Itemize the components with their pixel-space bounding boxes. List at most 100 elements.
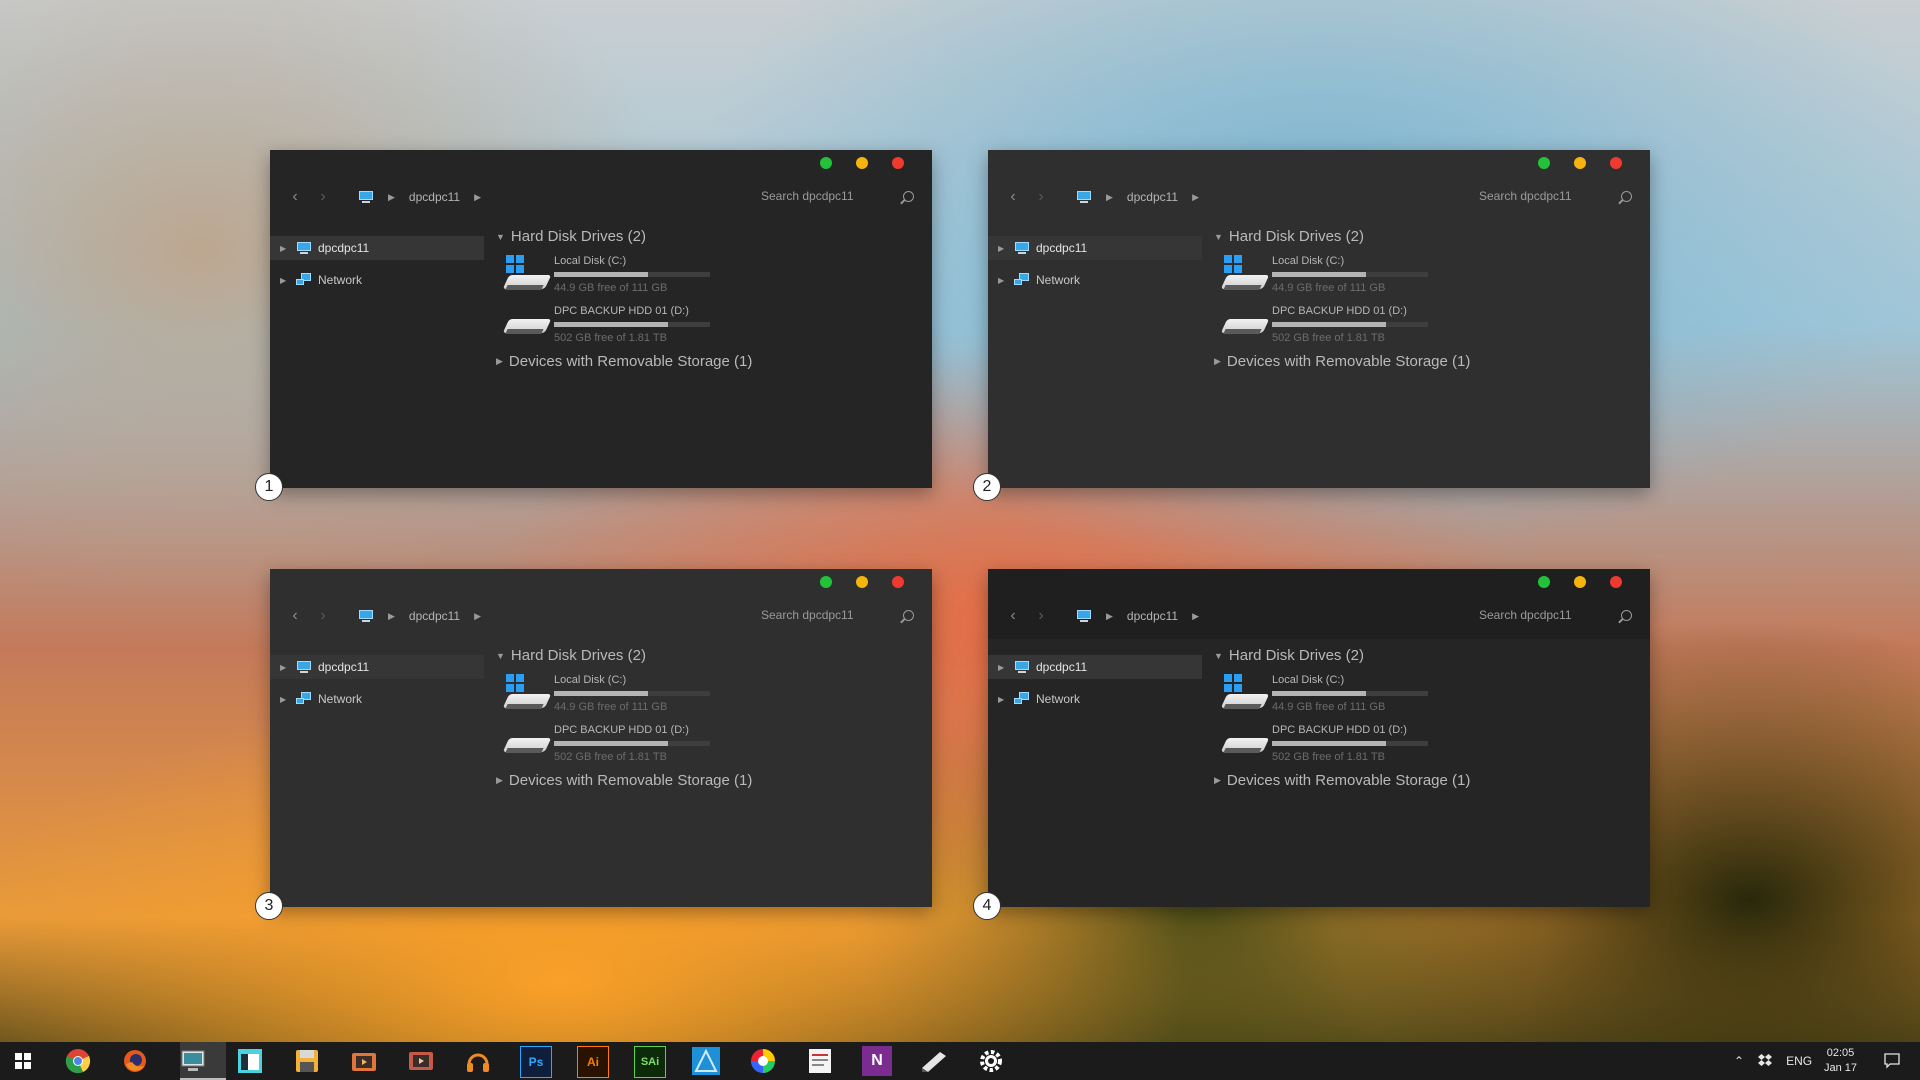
- dropbox-icon[interactable]: [1758, 1053, 1773, 1069]
- maximize-button[interactable]: [820, 576, 832, 588]
- sidebar-item-this-pc[interactable]: ▶ dpcdpc11: [988, 655, 1202, 679]
- save-icon[interactable]: [292, 1046, 322, 1076]
- close-button[interactable]: [892, 576, 904, 588]
- close-button[interactable]: [1610, 576, 1622, 588]
- expand-arrow-icon[interactable]: ▶: [280, 276, 296, 285]
- color-wheel-icon[interactable]: [748, 1046, 778, 1076]
- search-icon[interactable]: [1621, 190, 1632, 202]
- expand-arrow-icon[interactable]: ▶: [998, 276, 1014, 285]
- forward-arrow-icon[interactable]: ›: [1034, 188, 1048, 206]
- collapse-arrow-icon[interactable]: ▼: [496, 651, 505, 661]
- breadcrumb-separator-icon[interactable]: ▶: [1106, 192, 1113, 203]
- window-icon[interactable]: [235, 1046, 265, 1076]
- drive-item[interactable]: Local Disk (C:) 44.9 GB free of 111 GB: [1220, 255, 1634, 295]
- explorer-window[interactable]: ‹ › ▶ dpcdpc11 ▶ ▶ dpcdpc11 ▶ Network ▼: [988, 150, 1650, 488]
- search-input[interactable]: [759, 188, 873, 204]
- group-header-removable-storage[interactable]: ▶ Devices with Removable Storage (1): [1214, 353, 1634, 370]
- pen-icon[interactable]: [919, 1046, 949, 1076]
- drive-item[interactable]: Local Disk (C:) 44.9 GB free of 111 GB: [502, 674, 916, 714]
- breadcrumb-separator-icon[interactable]: ▶: [1192, 611, 1199, 622]
- group-header-hard-disk-drives[interactable]: ▼ Hard Disk Drives (2): [1214, 647, 1634, 664]
- search-icon[interactable]: [903, 190, 914, 202]
- search-input[interactable]: [1477, 188, 1591, 204]
- forward-arrow-icon[interactable]: ›: [316, 607, 330, 625]
- notes-icon[interactable]: [805, 1046, 835, 1076]
- search-input[interactable]: [759, 607, 873, 623]
- drive-item[interactable]: Local Disk (C:) 44.9 GB free of 111 GB: [502, 255, 916, 295]
- headphones-icon[interactable]: [463, 1046, 493, 1076]
- chrome-icon[interactable]: [63, 1046, 93, 1076]
- clock[interactable]: 02:05 Jan 17: [1824, 1042, 1857, 1080]
- group-header-removable-storage[interactable]: ▶ Devices with Removable Storage (1): [496, 353, 916, 370]
- expand-arrow-icon[interactable]: ▶: [280, 663, 296, 672]
- close-button[interactable]: [1610, 157, 1622, 169]
- explorer-window[interactable]: ‹ › ▶ dpcdpc11 ▶ ▶ dpcdpc11 ▶ Network ▼: [270, 569, 932, 907]
- maximize-button[interactable]: [1538, 157, 1550, 169]
- sidebar-item-this-pc[interactable]: ▶ dpcdpc11: [988, 236, 1202, 260]
- expand-arrow-icon[interactable]: ▶: [1214, 775, 1221, 786]
- minimize-button[interactable]: [856, 576, 868, 588]
- search-input[interactable]: [1477, 607, 1591, 623]
- sidebar-item-network[interactable]: ▶ Network: [988, 687, 1202, 711]
- expand-arrow-icon[interactable]: ▶: [998, 244, 1014, 253]
- back-arrow-icon[interactable]: ‹: [288, 188, 302, 206]
- explorer-window[interactable]: ‹ › ▶ dpcdpc11 ▶ ▶ dpcdpc11 ▶ Network ▼: [988, 569, 1650, 907]
- explorer-window[interactable]: ‹ › ▶ dpcdpc11 ▶ ▶ dpcdpc11 ▶ Network ▼: [270, 150, 932, 488]
- drive-item[interactable]: DPC BACKUP HDD 01 (D:) 502 GB free of 1.…: [1220, 305, 1634, 345]
- breadcrumb[interactable]: dpcdpc11: [1127, 609, 1178, 623]
- breadcrumb-separator-icon[interactable]: ▶: [474, 611, 481, 622]
- maximize-button[interactable]: [1538, 576, 1550, 588]
- expand-arrow-icon[interactable]: ▶: [280, 695, 296, 704]
- expand-arrow-icon[interactable]: ▶: [1214, 356, 1221, 367]
- breadcrumb-separator-icon[interactable]: ▶: [388, 611, 395, 622]
- search-icon[interactable]: [1621, 609, 1632, 621]
- breadcrumb-separator-icon[interactable]: ▶: [1106, 611, 1113, 622]
- sidebar-item-network[interactable]: ▶ Network: [270, 687, 484, 711]
- forward-arrow-icon[interactable]: ›: [316, 188, 330, 206]
- collapse-arrow-icon[interactable]: ▼: [1214, 232, 1223, 242]
- windows-start-icon[interactable]: [8, 1046, 38, 1076]
- breadcrumb-separator-icon[interactable]: ▶: [1192, 192, 1199, 203]
- language-indicator[interactable]: ENG: [1786, 1054, 1812, 1068]
- breadcrumb[interactable]: dpcdpc11: [1127, 190, 1178, 204]
- group-header-hard-disk-drives[interactable]: ▼ Hard Disk Drives (2): [496, 228, 916, 245]
- maximize-button[interactable]: [820, 157, 832, 169]
- chevron-up-icon[interactable]: ⌃: [1734, 1054, 1744, 1068]
- group-header-hard-disk-drives[interactable]: ▼ Hard Disk Drives (2): [1214, 228, 1634, 245]
- firefox-icon[interactable]: [120, 1046, 150, 1076]
- expand-arrow-icon[interactable]: ▶: [496, 356, 503, 367]
- back-arrow-icon[interactable]: ‹: [1006, 188, 1020, 206]
- forward-arrow-icon[interactable]: ›: [1034, 607, 1048, 625]
- drive-item[interactable]: Local Disk (C:) 44.9 GB free of 111 GB: [1220, 674, 1634, 714]
- minimize-button[interactable]: [1574, 576, 1586, 588]
- video2-icon[interactable]: [406, 1046, 436, 1076]
- minimize-button[interactable]: [1574, 157, 1586, 169]
- collapse-arrow-icon[interactable]: ▼: [496, 232, 505, 242]
- drive-item[interactable]: DPC BACKUP HDD 01 (D:) 502 GB free of 1.…: [502, 724, 916, 764]
- group-header-removable-storage[interactable]: ▶ Devices with Removable Storage (1): [496, 772, 916, 789]
- group-header-removable-storage[interactable]: ▶ Devices with Removable Storage (1): [1214, 772, 1634, 789]
- collapse-arrow-icon[interactable]: ▼: [1214, 651, 1223, 661]
- drive-item[interactable]: DPC BACKUP HDD 01 (D:) 502 GB free of 1.…: [1220, 724, 1634, 764]
- minimize-button[interactable]: [856, 157, 868, 169]
- expand-arrow-icon[interactable]: ▶: [496, 775, 503, 786]
- sai-icon[interactable]: SAi: [634, 1046, 666, 1078]
- video-icon[interactable]: [349, 1046, 379, 1076]
- notifications-icon[interactable]: [1884, 1042, 1900, 1080]
- onenote-icon[interactable]: N: [862, 1046, 892, 1076]
- expand-arrow-icon[interactable]: ▶: [998, 695, 1014, 704]
- breadcrumb-separator-icon[interactable]: ▶: [474, 192, 481, 203]
- this-pc-icon[interactable]: [178, 1046, 208, 1076]
- expand-arrow-icon[interactable]: ▶: [280, 244, 296, 253]
- sidebar-item-network[interactable]: ▶ Network: [270, 268, 484, 292]
- illustrator-icon[interactable]: Ai: [577, 1046, 609, 1078]
- settings-icon[interactable]: [976, 1046, 1006, 1076]
- search-icon[interactable]: [903, 609, 914, 621]
- sidebar-item-this-pc[interactable]: ▶ dpcdpc11: [270, 655, 484, 679]
- photoshop-icon[interactable]: Ps: [520, 1046, 552, 1078]
- back-arrow-icon[interactable]: ‹: [1006, 607, 1020, 625]
- group-header-hard-disk-drives[interactable]: ▼ Hard Disk Drives (2): [496, 647, 916, 664]
- sidebar-item-this-pc[interactable]: ▶ dpcdpc11: [270, 236, 484, 260]
- back-arrow-icon[interactable]: ‹: [288, 607, 302, 625]
- breadcrumb-separator-icon[interactable]: ▶: [388, 192, 395, 203]
